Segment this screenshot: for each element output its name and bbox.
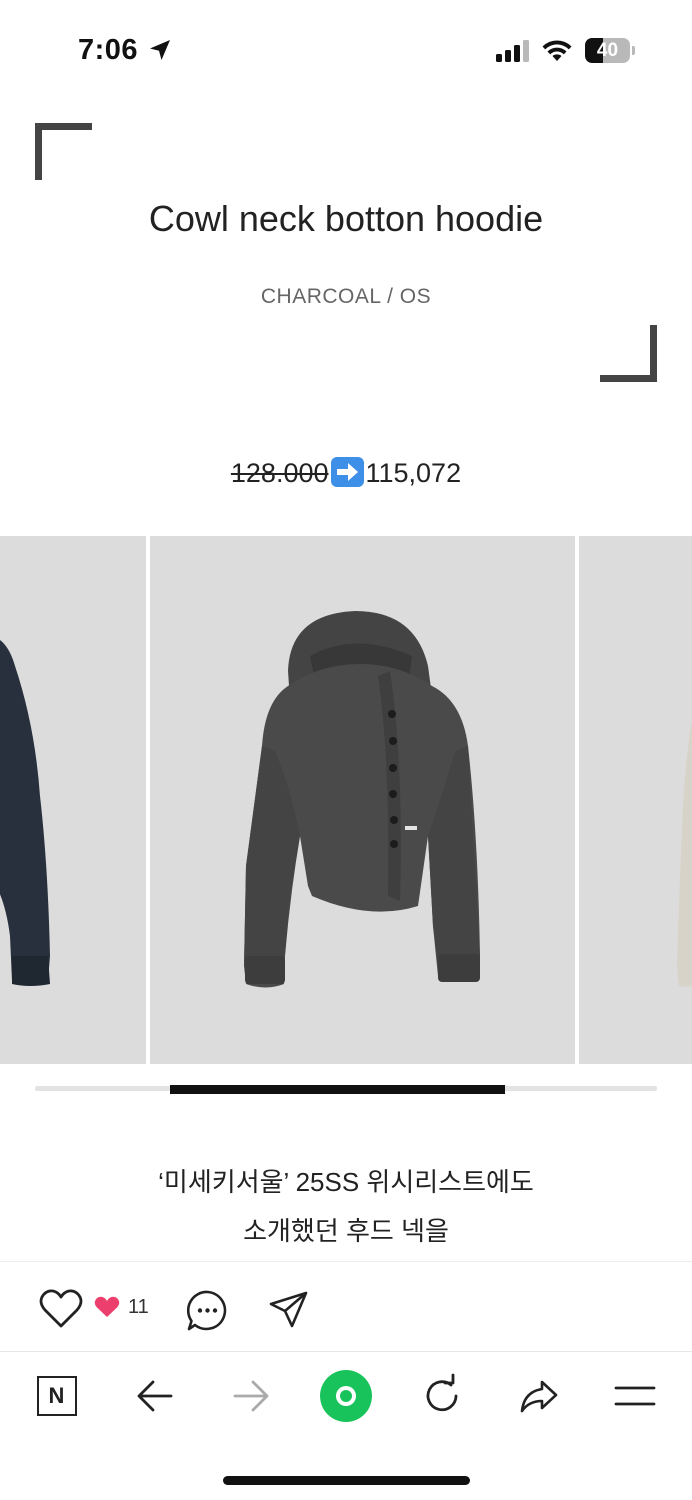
comment-bubble-icon[interactable] <box>186 1289 229 1332</box>
green-search-icon[interactable] <box>320 1370 372 1422</box>
like-count: 11 <box>128 1296 149 1318</box>
navy-hoodie-image[interactable] <box>0 536 146 1064</box>
divider <box>0 1261 692 1262</box>
charcoal-hoodie-image[interactable] <box>150 536 575 1064</box>
battery-icon: 40 <box>585 38 635 63</box>
cellular-signal-icon <box>496 40 529 62</box>
paper-plane-icon[interactable] <box>268 1289 310 1331</box>
wifi-icon <box>542 40 572 61</box>
battery-level: 40 <box>596 40 619 61</box>
corner-bracket-bottom-right <box>600 325 657 382</box>
share-icon[interactable] <box>515 1372 563 1420</box>
reload-icon[interactable] <box>418 1372 466 1420</box>
status-bar: 7:06 40 <box>0 0 692 100</box>
price-row: 128.000 115,072 <box>0 457 692 489</box>
menu-icon[interactable] <box>611 1372 659 1420</box>
back-arrow-icon[interactable] <box>131 1372 179 1420</box>
toolbar-divider <box>0 1351 692 1352</box>
product-title: Cowl neck botton hoodie <box>148 198 544 239</box>
corner-bracket-top-left <box>35 123 92 180</box>
forward-arrow-icon[interactable] <box>227 1372 275 1420</box>
right-arrow-emoji-icon <box>330 457 364 487</box>
carousel-scroll-thumb[interactable] <box>170 1085 505 1094</box>
status-time: 7:06 <box>78 34 139 66</box>
beige-hoodie-image[interactable] <box>579 536 692 1064</box>
original-price: 128.000 <box>230 458 329 488</box>
description-line-2: 소개했던 후드 넥을 <box>243 1216 449 1246</box>
product-image-carousel[interactable] <box>0 536 692 1064</box>
product-variant: CHARCOAL / OS <box>260 285 432 308</box>
description-line-1: ‘미세키서울’ 25SS 위시리스트에도 <box>158 1167 534 1197</box>
carousel-scrollbar[interactable] <box>35 1085 657 1094</box>
naver-home-icon[interactable]: N <box>37 1376 77 1416</box>
location-arrow-icon <box>150 40 170 60</box>
heart-outline-icon[interactable] <box>38 1288 84 1330</box>
naver-home-label: N <box>48 1383 65 1408</box>
pink-heart-icon <box>94 1296 120 1317</box>
home-indicator[interactable] <box>223 1476 470 1485</box>
sale-price: 115,072 <box>365 458 462 488</box>
